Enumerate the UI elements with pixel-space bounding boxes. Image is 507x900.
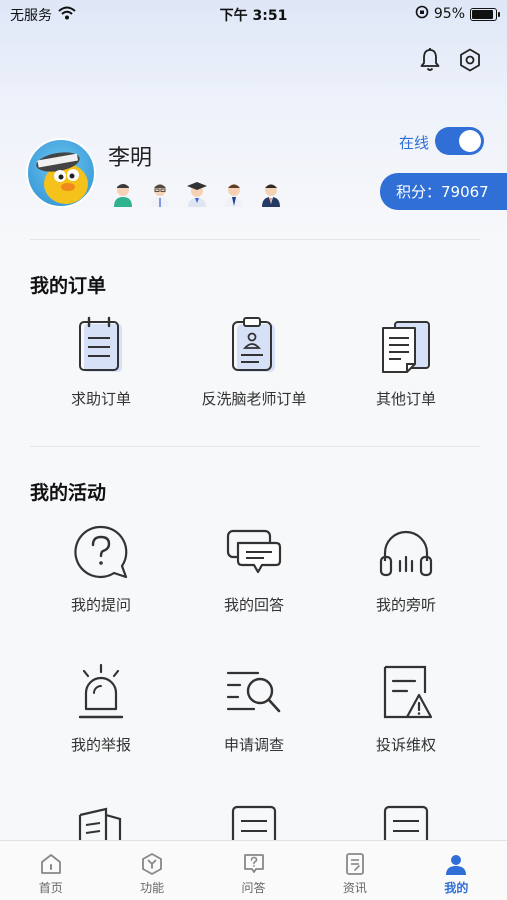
- headphones-icon: [376, 522, 436, 582]
- activity-item-label: 申请调查: [223, 736, 284, 754]
- tab-label: 问答: [241, 881, 266, 895]
- search-list-icon: [224, 662, 284, 722]
- clipboard-icon: [71, 316, 131, 376]
- activity-item-answers[interactable]: 我的回答: [169, 522, 339, 615]
- tab-qa[interactable]: 问答: [203, 841, 304, 900]
- qa-icon: [241, 851, 267, 877]
- tab-home[interactable]: 首页: [0, 841, 101, 900]
- user-icon: [443, 851, 469, 877]
- documents-icon: [376, 316, 436, 376]
- tab-label: 我的: [444, 881, 469, 895]
- orientation-lock-icon: [415, 5, 429, 23]
- officer-badge-icon[interactable]: [221, 180, 247, 208]
- news-icon: [342, 851, 368, 877]
- settings-icon[interactable]: [457, 46, 483, 74]
- orders-section-title: 我的订单: [30, 275, 107, 297]
- header-actions: [417, 46, 483, 74]
- points-badge[interactable]: 积分：79067: [380, 173, 507, 210]
- battery-percent: 95%: [433, 6, 465, 22]
- bell-icon[interactable]: [417, 46, 443, 74]
- tab-label: 资讯: [342, 881, 367, 895]
- activity-item-label: 我的提问: [70, 596, 131, 614]
- identity-badges: [110, 180, 284, 208]
- complaint-document-icon: [376, 662, 436, 722]
- activity-item-label: 投诉维权: [375, 736, 436, 754]
- order-item-other[interactable]: 其他订单: [321, 316, 491, 409]
- divider: [30, 446, 480, 447]
- question-bubble-icon: [71, 522, 131, 582]
- activity-item-label: 我的举报: [70, 736, 131, 754]
- function-hexagon-icon: [139, 851, 165, 877]
- user-name: 李明: [108, 146, 153, 171]
- activity-item-listening[interactable]: 我的旁听: [321, 522, 491, 615]
- businessman-badge-icon[interactable]: [258, 180, 284, 208]
- tab-bar: 首页 功能 问答 资讯 我的: [0, 840, 507, 900]
- activity-item-investigation[interactable]: 申请调查: [169, 662, 339, 755]
- avatar[interactable]: [26, 138, 96, 208]
- tab-label: 功能: [140, 881, 165, 895]
- alarm-light-icon: [71, 662, 131, 722]
- tab-mine[interactable]: 我的: [406, 841, 507, 900]
- answer-bubbles-icon: [224, 522, 284, 582]
- online-toggle[interactable]: [435, 127, 484, 155]
- order-item-label: 反洗脑老师订单: [201, 390, 307, 408]
- tab-news[interactable]: 资讯: [304, 841, 405, 900]
- tab-functions[interactable]: 功能: [101, 841, 202, 900]
- order-item-label: 求助订单: [70, 390, 131, 408]
- battery-icon: [470, 7, 500, 21]
- activity-item-label: 我的回答: [223, 596, 284, 614]
- graduate-badge-icon[interactable]: [184, 180, 210, 208]
- doctor-badge-icon[interactable]: [147, 180, 173, 208]
- activity-item-label: 我的旁听: [375, 596, 436, 614]
- activities-section-title: 我的活动: [30, 482, 107, 504]
- activity-item-report[interactable]: 我的举报: [16, 662, 186, 755]
- activity-item-complaint[interactable]: 投诉维权: [321, 662, 491, 755]
- order-item-label: 其他订单: [375, 390, 436, 408]
- points-text: 积分：79067: [396, 183, 489, 201]
- tab-label: 首页: [38, 881, 63, 895]
- divider: [30, 239, 480, 240]
- status-bar: 无服务 下午 3:51 95%: [0, 0, 507, 28]
- order-item-teacher[interactable]: 反洗脑老师订单: [169, 316, 339, 409]
- nurse-badge-icon[interactable]: [110, 180, 136, 208]
- online-status-label: 在线: [399, 134, 430, 152]
- order-item-help[interactable]: 求助订单: [16, 316, 186, 409]
- toggle-knob: [459, 130, 481, 152]
- activity-item-questions[interactable]: 我的提问: [16, 522, 186, 615]
- teacher-clipboard-icon: [224, 316, 284, 376]
- home-icon: [38, 851, 64, 877]
